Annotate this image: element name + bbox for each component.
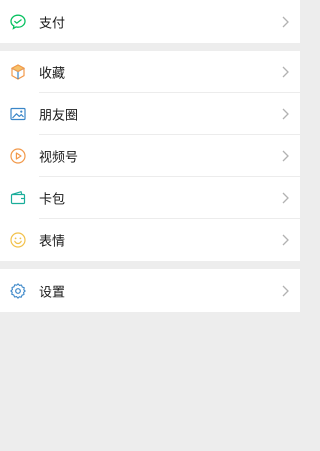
gear-icon — [10, 282, 26, 299]
menu-item-label: 朋友圈 — [39, 108, 79, 124]
group-gap — [0, 43, 300, 51]
pay-icon — [10, 14, 26, 30]
card-wallet-icon — [10, 190, 26, 205]
menu-item-stickers[interactable]: 表情 — [0, 219, 300, 261]
chevron-right-icon — [282, 285, 289, 296]
smiley-icon — [10, 232, 26, 248]
menu-item-pay[interactable]: 支付 — [0, 0, 300, 43]
menu-group-settings: 设置 — [0, 269, 300, 312]
chevron-right-icon — [282, 234, 289, 246]
menu-item-label: 支付 — [39, 16, 66, 31]
favorites-cube-icon — [10, 64, 26, 80]
moments-picture-icon — [10, 107, 26, 121]
menu-item-settings[interactable]: 设置 — [0, 269, 300, 312]
me-menu: 支付 收藏 朋友圈 视频号 卡包 表情 设置 — [0, 0, 300, 312]
group-gap — [0, 261, 300, 269]
chevron-right-icon — [282, 108, 289, 120]
menu-item-channels[interactable]: 视频号 — [0, 135, 300, 177]
menu-item-cards[interactable]: 卡包 — [0, 177, 300, 219]
menu-item-label: 卡包 — [39, 192, 66, 208]
menu-group-pay: 支付 — [0, 0, 300, 43]
menu-item-label: 收藏 — [39, 66, 66, 82]
menu-item-favorites[interactable]: 收藏 — [0, 51, 300, 93]
menu-item-moments[interactable]: 朋友圈 — [0, 93, 300, 135]
menu-item-label: 表情 — [39, 234, 66, 250]
chevron-right-icon — [282, 66, 289, 78]
menu-item-label: 视频号 — [39, 150, 79, 166]
menu-group-main: 收藏 朋友圈 视频号 卡包 表情 — [0, 51, 300, 261]
chevron-right-icon — [282, 16, 289, 27]
chevron-right-icon — [282, 192, 289, 204]
channels-play-icon — [10, 148, 26, 164]
menu-item-label: 设置 — [39, 285, 66, 300]
chevron-right-icon — [282, 150, 289, 162]
